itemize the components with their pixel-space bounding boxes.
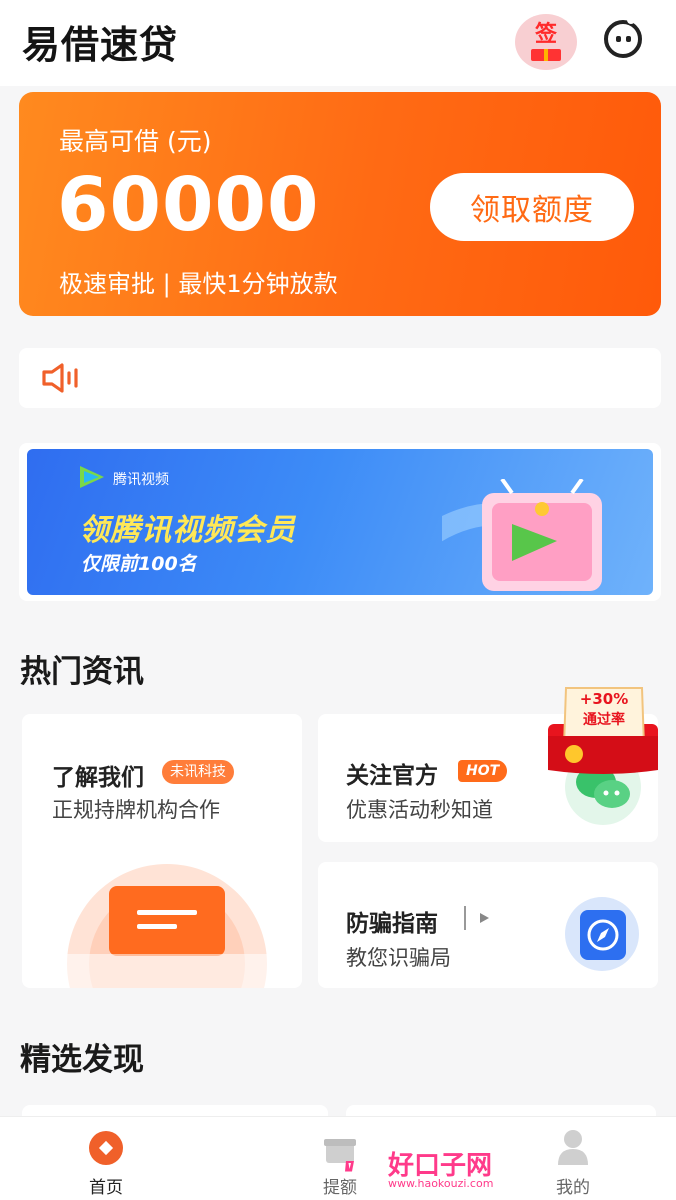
promo-banner-container: 腾讯视频 领腾讯视频会员 仅限前100名 [19,443,661,601]
credit-limit-label: 最高可借 (元) [59,127,212,156]
anti-fraud-subtitle: 教您识骗局 [346,946,451,970]
about-us-card[interactable]: 了解我们 未讯科技 正规持牌机构合作 [22,714,302,988]
watermark-logo [345,1161,354,1172]
app-title: 易借速贷 [22,23,179,67]
banner-brand: 腾讯视频 [113,472,169,488]
tencent-video-banner[interactable]: 腾讯视频 领腾讯视频会员 仅限前100名 [27,449,653,595]
approval-description: 极速审批 | 最快1分钟放款 [59,270,338,298]
speaker-icon [42,363,78,393]
tv-illustration [442,479,602,591]
discover-title: 精选发现 [20,1042,144,1078]
pass-rate-sticker: +30% 通过率 [548,687,658,774]
tencent-video-logo [80,466,104,488]
hot-news-title: 热门资讯 [20,654,144,690]
claim-limit-button[interactable]: 领取额度 [430,173,634,241]
compass-icon [565,897,639,971]
bottom-tab-bar: 首页 提额 我的 [0,1116,676,1200]
user-icon [558,1130,588,1165]
tab-home-label: 首页 [89,1178,123,1198]
about-us-subtitle: 正规持牌机构合作 [52,798,220,822]
tab-profile[interactable]: 我的 [513,1117,633,1200]
gift-icon [531,49,561,61]
credit-limit-card: 最高可借 (元) 60000 极速审批 | 最快1分钟放款 领取额度 [19,92,661,316]
play-icon [480,913,489,923]
banner-subtitle: 仅限前100名 [81,553,197,575]
hot-badge: HOT [458,760,508,782]
official-account-title: 关注官方 [346,763,438,789]
divider [464,906,466,930]
company-tag: 未讯科技 [162,760,234,784]
credit-limit-amount: 60000 [57,162,320,248]
banner-title: 领腾讯视频会员 [79,513,296,548]
customer-service-icon[interactable] [604,16,642,58]
watermark-url: www.haokouzi.com [388,1177,494,1190]
anti-fraud-card[interactable]: 防骗指南 教您识骗局 [318,862,658,988]
home-icon [89,1131,123,1165]
pass-rate-label: 通过率 [583,711,625,728]
top-header: 易借速贷 签 [0,0,676,86]
check-in-label: 签 [534,22,557,47]
tab-home[interactable]: 首页 [46,1117,166,1200]
anti-fraud-title: 防骗指南 [346,911,438,937]
tab-profile-label: 我的 [556,1178,590,1198]
official-account-subtitle: 优惠活动秒知道 [346,798,493,822]
pass-rate-value: +30% [580,690,628,708]
about-us-title: 了解我们 [52,765,144,791]
check-in-button[interactable]: 签 [515,14,577,70]
notice-bar[interactable] [19,348,661,408]
document-illustration [67,864,267,988]
